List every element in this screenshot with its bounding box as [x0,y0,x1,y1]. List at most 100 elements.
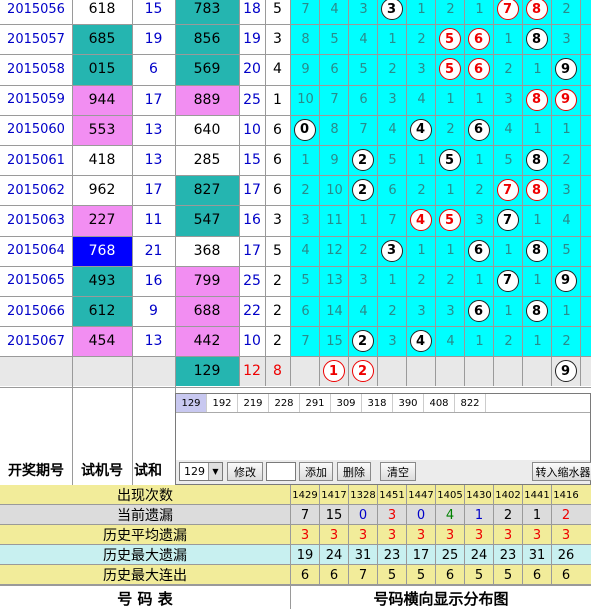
add-button[interactable]: 添加 [299,462,333,481]
stats-value: 1430 [464,485,493,505]
ball-9: 9 [554,269,577,292]
sum-cell: 22 [243,303,261,320]
chevron-down-icon[interactable]: ▼ [208,463,222,480]
delete-button[interactable]: 删除 [337,462,371,481]
candidate-item[interactable]: 390 [393,394,424,412]
stats-label: 历史最大连出 [103,568,187,584]
candidate-item[interactable]: 309 [331,394,362,412]
grid-line [377,0,378,387]
miss-count: 3 [562,182,571,198]
number-input[interactable] [266,462,296,481]
miss-count: 1 [533,212,542,228]
miss-count: 1 [417,152,426,168]
sum-cell: 25 [243,91,261,108]
ball-9: 9 [554,58,577,81]
stats-value: 6 [435,565,464,585]
period-cell: 2015065 [7,273,65,289]
test-number-cell: 944 [72,84,132,115]
ball-8: 8 [525,179,548,202]
grid-line [0,296,591,297]
span-cell: 2 [273,303,282,320]
miss-count: 9 [330,152,339,168]
test-sum-cell: 17 [144,91,163,108]
ball-4: 4 [409,330,432,353]
candidate-item[interactable]: 318 [362,394,393,412]
test-sum-cell: 21 [144,242,163,259]
miss-count: 1 [475,152,484,168]
miss-count: 1 [475,333,484,349]
miss-count: 8 [301,31,310,47]
grid-line [0,356,591,358]
draw-number-cell: 889 [175,84,239,115]
ball-4: 4 [409,118,432,141]
miss-count: 1 [504,243,513,259]
miss-count: 4 [417,92,426,108]
draw-number-cell: 442 [175,326,239,357]
candidate-item[interactable]: 129 [176,394,207,412]
miss-count: 1 [533,122,542,138]
period-cell: 2015063 [7,212,65,228]
grid-line [319,0,320,387]
test-sum-cell: 17 [144,182,163,199]
candidate-item[interactable]: 192 [207,394,238,412]
forecast-span: 8 [273,363,282,380]
stats-value: 0 [348,505,377,525]
ball-6: 6 [467,28,490,51]
draw-number-cell: 285 [175,145,239,176]
period-cell: 2015061 [7,152,65,168]
stats-value: 4 [435,505,464,525]
miss-count: 5 [301,273,310,289]
miss-count: 4 [388,122,397,138]
ball-6: 6 [467,58,490,81]
ball-5: 5 [438,209,461,232]
miss-count: 5 [388,152,397,168]
miss-count: 2 [359,243,368,259]
period-cell: 2015057 [7,31,65,47]
stats-value: 3 [348,525,377,545]
miss-count: 14 [326,303,343,319]
export-button[interactable]: 转入缩水器 [532,462,591,481]
miss-count: 13 [326,273,343,289]
candidate-item[interactable]: 291 [300,394,331,412]
miss-count: 3 [388,333,397,349]
ball-6: 6 [467,239,490,262]
ball-5: 5 [438,149,461,171]
test-sum-cell: 11 [144,212,163,229]
test-number-cell: 493 [72,265,132,296]
candidate-item[interactable]: 408 [424,394,455,412]
miss-count: 2 [562,1,571,17]
modify-button[interactable]: 修改 [227,462,263,481]
miss-count: 4 [359,303,368,319]
grid-line [0,265,591,267]
stats-value: 25 [435,545,464,565]
candidate-textarea[interactable] [176,413,590,460]
stats-value: 31 [348,545,377,565]
miss-count: 4 [446,333,455,349]
draw-number-cell: 368 [175,235,239,266]
span-cell: 6 [273,121,282,138]
test-number-cell: 227 [72,205,132,236]
grid-line [406,0,407,387]
ball-7: 7 [496,179,519,202]
stats-value: 1405 [435,485,464,505]
ball-4: 4 [409,209,432,232]
miss-count: 1 [504,31,513,47]
candidate-item[interactable]: 219 [238,394,269,412]
miss-count: 7 [301,333,310,349]
miss-count: 3 [475,212,484,228]
ball-2: 2 [351,149,374,171]
miss-count: 2 [562,152,571,168]
miss-count: 2 [388,61,397,77]
grid-line [493,0,494,387]
candidate-item[interactable]: 228 [269,394,300,412]
candidate-item[interactable]: 822 [455,394,486,412]
grid-line [0,235,591,237]
draw-number-cell: 688 [175,296,239,327]
number-select[interactable]: 129 ▼ [179,462,223,481]
draw-number-cell: 783 [175,0,239,25]
miss-count: 7 [301,1,310,17]
stats-value: 1441 [522,485,551,505]
miss-count: 5 [504,152,513,168]
clear-button[interactable]: 清空 [380,462,416,481]
stats-value: 19 [290,545,319,565]
